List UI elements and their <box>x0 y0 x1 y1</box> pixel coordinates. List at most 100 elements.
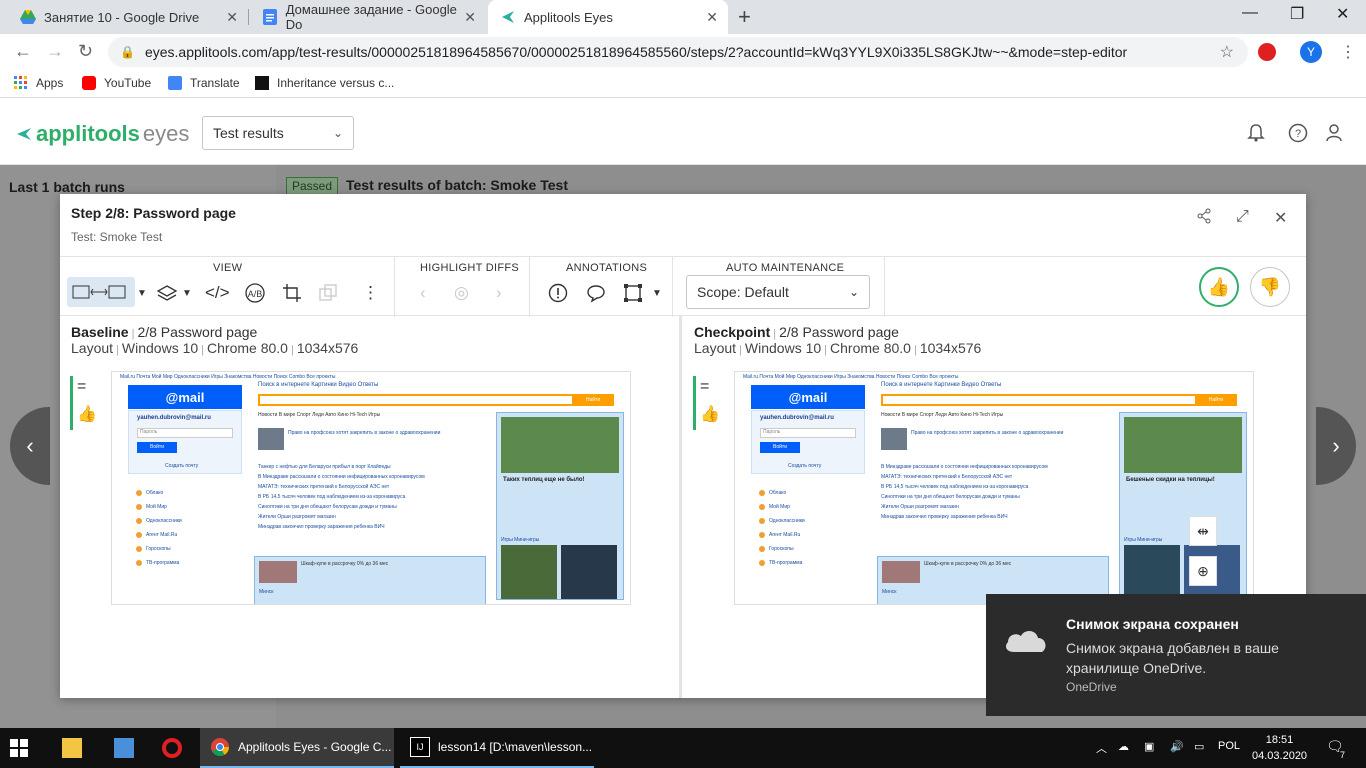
batch-title: Test results of batch: Smoke Test <box>346 177 568 193</box>
new-tab-button[interactable]: + <box>738 4 751 30</box>
applitools-logo[interactable]: applitools eyes <box>16 121 189 147</box>
close-icon[interactable]: ✕ <box>226 9 238 26</box>
reload-icon[interactable]: ↻ <box>78 41 93 62</box>
view-group-label: VIEW <box>213 262 243 274</box>
pc-app-button[interactable] <box>114 728 142 768</box>
results-select[interactable]: Test results ⌄ <box>202 116 354 150</box>
viewport-size: 1034x576 <box>296 340 359 356</box>
tray-network-icon[interactable]: ▣ <box>1144 740 1154 753</box>
checkpoint-screenshot[interactable]: Mail.ru Почта Мой Мир Одноклассники Игры… <box>734 371 1254 605</box>
match-level: Layout <box>71 340 114 356</box>
close-icon[interactable]: ✕ <box>1274 208 1287 228</box>
taskbar-label: Applitools Eyes - Google C... <box>238 740 392 754</box>
bookmark-star-icon[interactable]: ☆ <box>1220 42 1234 62</box>
avatar[interactable]: Y <box>1300 41 1322 63</box>
games-label: Игры Мини-игры <box>501 537 540 543</box>
taskbar-intellij[interactable]: IJ lesson14 [D:\maven\lesson... <box>400 728 594 768</box>
opera-button[interactable] <box>162 728 190 768</box>
next-step-button[interactable]: › <box>1316 407 1356 485</box>
browser: Chrome 80.0 <box>207 340 288 356</box>
bookmark-label: Apps <box>36 76 64 90</box>
service-link: Агент Mail.Ru <box>135 532 178 538</box>
chevron-down-icon[interactable]: ▼ <box>652 281 662 305</box>
taskbar-chrome[interactable]: Applitools Eyes - Google C... <box>200 728 394 768</box>
google-docs-icon <box>262 9 278 25</box>
file-explorer-button[interactable] <box>62 728 90 768</box>
news-item: В Минздраве рассказали о состоянии инфиц… <box>881 464 1048 470</box>
match-level: Layout <box>694 340 737 356</box>
tray-cloud-icon[interactable]: ☁ <box>1118 740 1129 753</box>
issue-icon[interactable] <box>548 281 568 305</box>
password-field: Пароль <box>760 428 856 438</box>
close-icon[interactable]: ✕ <box>464 9 476 26</box>
ad-image <box>1124 417 1242 473</box>
find-button: Найти <box>572 394 614 406</box>
search-bar <box>258 394 604 406</box>
create-mail-link: Создать почту <box>165 463 199 469</box>
opera-extension-icon[interactable] <box>1258 43 1276 61</box>
back-icon[interactable]: ← <box>14 41 32 62</box>
fit-width-button[interactable]: ⇹ <box>1189 516 1217 546</box>
promo-text: Шкаф-купе в рассрочку 0% до 36 мес <box>301 561 389 567</box>
layers-icon[interactable] <box>156 281 178 305</box>
scope-select[interactable]: Scope: Default ⌄ <box>686 275 870 309</box>
previous-diff-icon[interactable]: ‹ <box>420 281 426 305</box>
checkpoint-header: Checkpoint | 2/8 Password page <box>694 324 899 340</box>
zoom-in-button[interactable]: ⊕ <box>1189 556 1217 586</box>
next-diff-icon[interactable]: › <box>496 281 502 305</box>
bookmark-inheritance[interactable]: Inheritance versus c... <box>255 76 394 90</box>
ad-title: Бешеные скидки на теплицы! <box>1126 477 1215 483</box>
folder-icon <box>62 738 82 758</box>
comment-icon[interactable] <box>586 281 606 305</box>
clock-time: 18:51 <box>1265 734 1294 746</box>
restore-icon[interactable]: ❐ <box>1290 4 1304 24</box>
menu-icon[interactable]: ⋮ <box>1340 42 1356 62</box>
more-options-icon[interactable]: ⋮ <box>362 281 379 305</box>
region-select-icon[interactable] <box>623 281 643 305</box>
highlight-diffs-icon[interactable]: ◎ <box>454 281 469 305</box>
reject-thumbs-down-button[interactable]: 👎 <box>1250 267 1290 307</box>
ad-image <box>501 417 619 473</box>
taskbar-clock[interactable]: 18:51 04.03.2020 <box>1252 732 1307 764</box>
tab-applitools[interactable]: Applitools Eyes ✕ <box>488 0 728 34</box>
text-compare-icon[interactable]: A/B <box>244 281 266 305</box>
bell-icon[interactable] <box>1246 123 1266 148</box>
bookmark-translate[interactable]: Translate <box>168 76 240 90</box>
bookmark-youtube[interactable]: YouTube <box>82 76 151 90</box>
w3-icon <box>255 76 269 90</box>
tray-volume-icon[interactable]: 🔊 <box>1170 740 1184 753</box>
keyboard-language[interactable]: POL <box>1218 740 1240 752</box>
accept-thumbs-up-button[interactable]: 👍 <box>1199 267 1239 307</box>
news-item: Минздрав закончил проверку заражения реб… <box>258 524 385 530</box>
tab-google-drive[interactable]: Занятие 10 - Google Drive ✕ <box>8 0 248 34</box>
notification-source: OneDrive <box>1066 680 1117 694</box>
bookmark-apps[interactable]: Apps <box>14 76 63 90</box>
checkpoint-label: Checkpoint <box>694 324 771 340</box>
minimize-icon[interactable]: — <box>1242 4 1258 22</box>
crop-icon[interactable] <box>282 281 302 305</box>
login-box: yauhen.dubrovin@mail.ru Пароль Войти Соз… <box>128 410 242 474</box>
share-icon[interactable] <box>1196 208 1212 229</box>
modal-title: Step 2/8: Password page <box>71 205 236 221</box>
start-button[interactable] <box>10 728 28 768</box>
tray-battery-icon[interactable]: ▭ <box>1194 740 1204 753</box>
window-close-icon[interactable]: ✕ <box>1336 4 1349 24</box>
service-link: Гороскопы <box>759 546 794 552</box>
find-button: Найти <box>1195 394 1237 406</box>
code-icon[interactable]: </> <box>205 281 230 305</box>
user-settings-icon[interactable] <box>1326 123 1346 148</box>
onedrive-notification[interactable]: Снимок экрана сохранен Снимок экрана доб… <box>986 594 1366 716</box>
side-by-side-view-button[interactable] <box>67 277 135 307</box>
copy-region-icon[interactable] <box>318 281 338 305</box>
close-icon[interactable]: ✕ <box>706 9 718 26</box>
forward-icon[interactable]: → <box>46 41 64 62</box>
service-link: Мой Мир <box>136 504 167 510</box>
tray-up-arrow-icon[interactable]: ︿ <box>1096 740 1107 756</box>
address-bar[interactable]: 🔒 eyes.applitools.com/app/test-results/0… <box>108 37 1248 67</box>
tab-google-docs[interactable]: Домашнее задание - Google Do ✕ <box>250 0 486 34</box>
chevron-down-icon[interactable]: ▼ <box>182 281 192 305</box>
help-icon[interactable]: ? <box>1288 123 1308 148</box>
expand-icon[interactable]: ⤢ <box>1236 208 1249 226</box>
chevron-down-icon[interactable]: ▼ <box>137 281 147 305</box>
baseline-screenshot[interactable]: Mail.ru Почта Мой Мир Одноклассники Игры… <box>111 371 631 605</box>
